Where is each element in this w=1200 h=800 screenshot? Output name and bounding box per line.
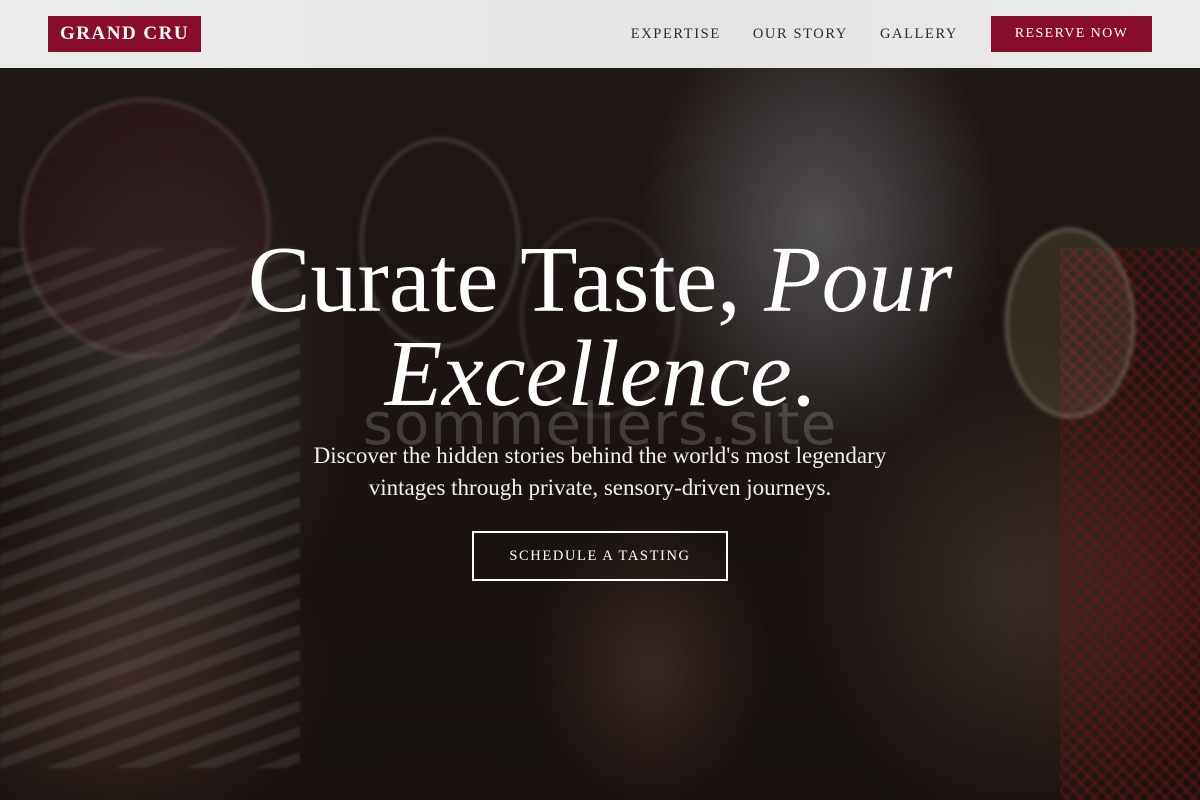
logo[interactable]: GRAND CRU (48, 16, 202, 52)
subtext-line-2: vintages through private, sensory-driven… (368, 475, 832, 500)
headline-italic-text: Pour (764, 228, 953, 332)
hero-subtext: Discover the hidden stories behind the w… (0, 440, 1200, 504)
headline-plain-text: Curate Taste, (247, 228, 765, 332)
hero-section: sommeliers.site Curate Taste, Pour Excel… (0, 68, 1200, 800)
main-nav: EXPERTISE OUR STORY GALLERY (631, 0, 958, 68)
site-header: GRAND CRU EXPERTISE OUR STORY GALLERY RE… (0, 0, 1200, 68)
landing-page: GRAND CRU EXPERTISE OUR STORY GALLERY RE… (0, 0, 1200, 800)
hero-headline: Curate Taste, Pour Excellence. (0, 233, 1200, 421)
nav-link-gallery[interactable]: GALLERY (880, 26, 958, 43)
headline-italic-text: Excellence (384, 322, 792, 426)
nav-link-our-story[interactable]: OUR STORY (753, 26, 848, 43)
headline-line-1: Curate Taste, Pour (0, 233, 1200, 327)
nav-link-expertise[interactable]: EXPERTISE (631, 26, 721, 43)
headline-line-2: Excellence. (0, 327, 1200, 421)
subtext-line-1: Discover the hidden stories behind the w… (313, 443, 887, 468)
schedule-tasting-button[interactable]: SCHEDULE A TASTING (472, 531, 728, 581)
reserve-now-button[interactable]: RESERVE NOW (991, 16, 1152, 52)
headline-period: . (791, 322, 816, 426)
